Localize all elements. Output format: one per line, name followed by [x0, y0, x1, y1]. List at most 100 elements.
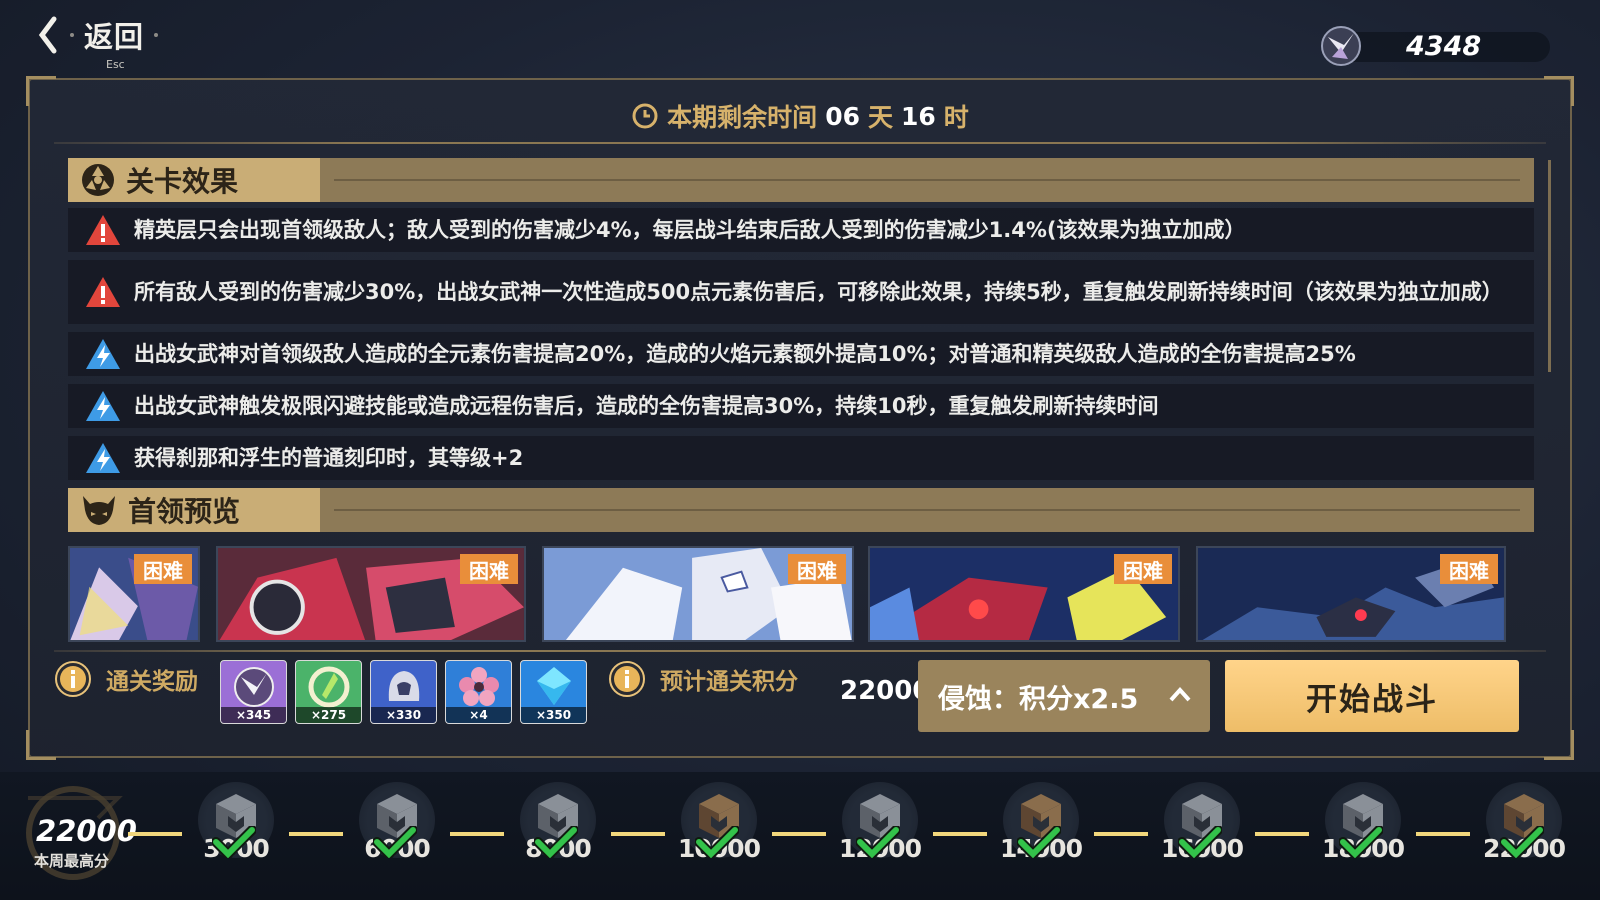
esc-hint: Esc — [106, 58, 125, 71]
milestone-chest[interactable]: 6000 — [359, 782, 435, 863]
check-icon — [695, 826, 739, 858]
estimated-score: 22000 — [840, 676, 931, 706]
reward-count: ×275 — [296, 707, 361, 723]
boss-card[interactable]: 困难 — [68, 546, 200, 642]
progress-segment — [1416, 832, 1470, 836]
score-label: 预计通关积分 — [660, 669, 798, 695]
start-battle-label: 开始战斗 — [1306, 681, 1438, 718]
reward-count: ×4 — [446, 707, 511, 723]
boss-title: 首领预览 — [128, 495, 241, 528]
reward-items: ×345 ×275 ×330 ×4 ×350 — [220, 660, 587, 724]
score-progress-bar: 22000 本周最高分 3000 6000 8000 10000 12000 14000 1… — [0, 772, 1600, 900]
milestone-chest[interactable]: 10000 — [678, 782, 761, 863]
rewards-label: 通关奖励 — [106, 669, 198, 695]
timer-days-unit: 天 — [867, 103, 893, 132]
divider — [54, 650, 1546, 652]
effect-row: 出战女武神触发极限闪避技能或造成远程伤害后，造成的全伤害提高30%，持续10秒，… — [68, 384, 1534, 428]
check-icon — [1339, 826, 1383, 858]
timer-prefix: 本期剩余时间 — [667, 103, 818, 132]
boss-preview-list: 困难 困难 困难 困难 困难 — [68, 546, 1534, 642]
chevron-left-icon — [38, 16, 57, 54]
start-battle-button[interactable]: 开始战斗 — [1225, 660, 1519, 732]
chevron-up-icon — [1169, 687, 1191, 702]
difficulty-badge: 困难 — [460, 554, 518, 584]
check-icon — [1178, 826, 1222, 858]
weekly-best-caption: 本周最高分 — [34, 852, 110, 870]
milestone-chest[interactable]: 12000 — [839, 782, 922, 863]
helmet-icon — [388, 671, 420, 701]
info-icon[interactable] — [608, 660, 646, 698]
flower-icon — [459, 667, 499, 706]
demon-mask-icon — [83, 496, 115, 525]
milestone-chest[interactable]: 14000 — [1000, 782, 1083, 863]
lightning-buff-icon — [86, 339, 120, 369]
timer-days: 06 — [825, 101, 860, 131]
boss-card[interactable]: 困难 — [868, 546, 1180, 642]
crystal-ring-icon — [308, 666, 350, 708]
milestone-chest[interactable]: 16000 — [1161, 782, 1244, 863]
reward-item[interactable]: ×330 — [370, 660, 437, 724]
check-icon — [212, 826, 256, 858]
remaining-time: 本期剩余时间 06 天 16 时 — [30, 98, 1570, 134]
progress-segment — [450, 832, 504, 836]
reward-item[interactable]: ×345 — [220, 660, 287, 724]
warning-icon — [86, 277, 120, 307]
effect-row: 获得刹那和浮生的普通刻印时，其等级+2 — [68, 436, 1534, 480]
back-label: 返回 — [84, 20, 145, 54]
erosion-mode-selector[interactable]: 侵蚀：积分x2.5 — [918, 660, 1210, 732]
effect-text: 所有敌人受到的伤害减少30%，出战女武神一次性造成500点元素伤害后，可移除此效… — [134, 279, 1503, 304]
boss-card[interactable]: 困难 — [216, 546, 526, 642]
effect-text: 出战女武神对首领级敌人造成的全元素伤害提高20%，造成的火焰元素额外提高10%；… — [134, 341, 1356, 366]
currency-display: 4348 — [1318, 24, 1550, 68]
panel-corner — [26, 730, 56, 760]
info-icon[interactable] — [54, 660, 92, 698]
emblem-icon — [234, 667, 274, 707]
reward-item[interactable]: ×4 — [445, 660, 512, 724]
reward-item[interactable]: ×350 — [520, 660, 587, 724]
divider — [54, 142, 1546, 144]
warning-icon — [86, 215, 120, 245]
header-line — [334, 509, 1520, 511]
milestone-chest[interactable]: 22000 — [1483, 782, 1566, 863]
reward-item[interactable]: ×275 — [295, 660, 362, 724]
diamond-icon — [537, 667, 571, 705]
effect-row: 出战女武神对首领级敌人造成的全元素伤害提高20%，造成的火焰元素额外提高10%；… — [68, 332, 1534, 376]
weekly-best: 22000 本周最高分 — [8, 778, 138, 888]
effect-text: 获得刹那和浮生的普通刻印时，其等级+2 — [134, 445, 524, 470]
boss-tab: 首领预览 — [68, 488, 320, 532]
milestone-chest[interactable]: 18000 — [1322, 782, 1405, 863]
back-button[interactable]: 返回 — [36, 14, 159, 56]
lightning-buff-icon — [86, 443, 120, 473]
mode-label: 侵蚀：积分x2.5 — [938, 683, 1139, 715]
milestone-chest[interactable]: 8000 — [520, 782, 596, 863]
reward-count: ×350 — [521, 707, 586, 723]
panel-corner — [1544, 730, 1574, 760]
hazard-trefoil-icon — [82, 164, 114, 196]
progress-segment — [933, 832, 987, 836]
effects-tab: 关卡效果 — [68, 158, 320, 202]
progress-segment — [611, 832, 665, 836]
boss-card[interactable]: 困难 — [542, 546, 854, 642]
header-line — [334, 179, 1520, 181]
milestone-chest[interactable]: 3000 — [198, 782, 274, 863]
lightning-buff-icon — [86, 391, 120, 421]
effect-text: 出战女武神触发极限闪避技能或造成远程伤害后，造成的全伤害提高30%，持续10秒，… — [134, 393, 1159, 418]
difficulty-badge: 困难 — [788, 554, 846, 584]
boss-card[interactable]: 困难 — [1196, 546, 1506, 642]
progress-segment — [1094, 832, 1148, 836]
progress-segment — [1255, 832, 1309, 836]
effects-scrollbar[interactable] — [1548, 160, 1551, 372]
progress-segment — [772, 832, 826, 836]
currency-amount: 4348 — [1406, 30, 1482, 62]
rewards-label-group: 通关奖励 — [54, 660, 198, 698]
difficulty-badge: 困难 — [1114, 554, 1172, 584]
difficulty-badge: 困难 — [134, 554, 192, 584]
check-icon — [1017, 826, 1061, 858]
check-icon — [534, 826, 578, 858]
effect-text: 精英层只会出现首领级敌人；敌人受到的伤害减少4%，每层战斗结束后敌人受到的伤害减… — [134, 217, 1246, 242]
clock-icon — [632, 103, 658, 129]
effects-title: 关卡效果 — [126, 165, 239, 198]
progress-segment — [289, 832, 343, 836]
crystal-emblem-icon — [1321, 26, 1361, 66]
divider-dot — [154, 33, 159, 37]
